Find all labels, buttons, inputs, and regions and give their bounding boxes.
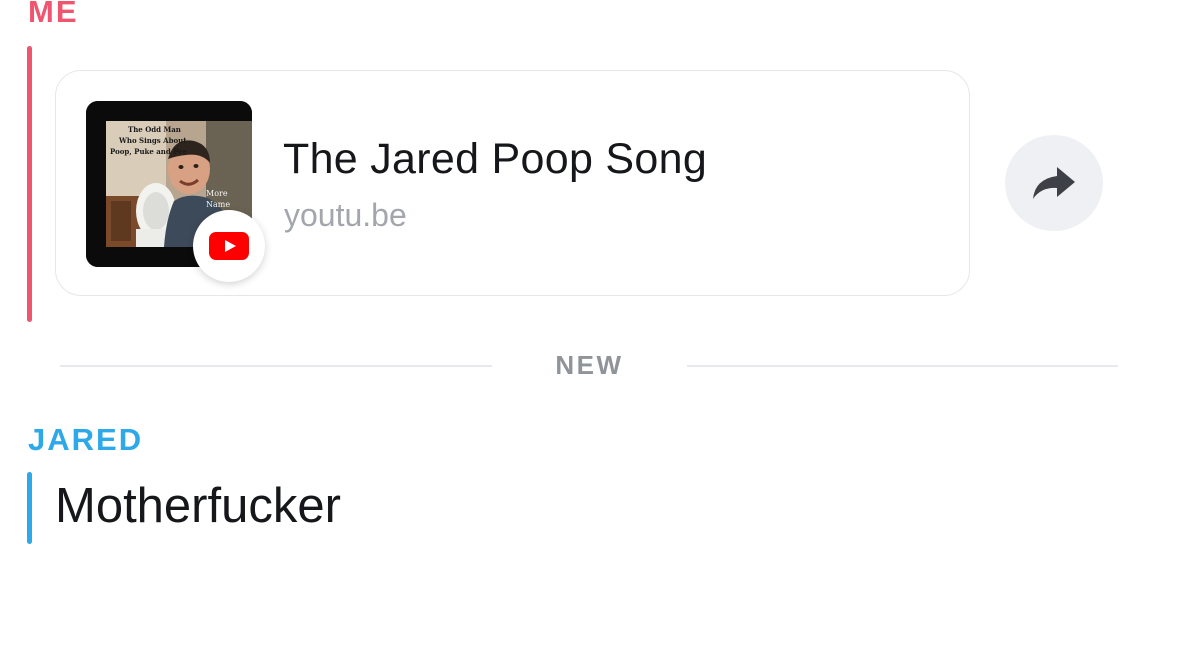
thumb-text-line-1: The Odd Man (128, 125, 181, 134)
thumb-text-line-3: Poop, Puke and Pee (110, 147, 188, 156)
share-arrow-icon (1033, 167, 1075, 199)
new-messages-divider: NEW (555, 350, 624, 380)
thumb-text-line-2: Who Sings About (118, 136, 187, 145)
me-thread-bar (27, 46, 32, 322)
jared-thread-bar (27, 472, 32, 544)
link-domain: youtu.be (284, 197, 407, 233)
link-title[interactable]: The Jared Poop Song (283, 135, 707, 184)
new-divider-right-line (687, 365, 1118, 367)
thumb-text-line-5: Name (206, 200, 230, 209)
thumb-text-line-4: More (206, 189, 228, 198)
new-divider-left-line (60, 365, 492, 367)
chat-message[interactable]: Motherfucker (55, 479, 341, 534)
youtube-icon (193, 210, 265, 282)
sender-label-jared: JARED (28, 422, 144, 457)
share-button[interactable] (1005, 135, 1103, 231)
sender-label-me: ME (28, 0, 79, 29)
link-preview-card[interactable]: The Odd Man Who Sings About Poop, Puke a… (55, 70, 970, 296)
